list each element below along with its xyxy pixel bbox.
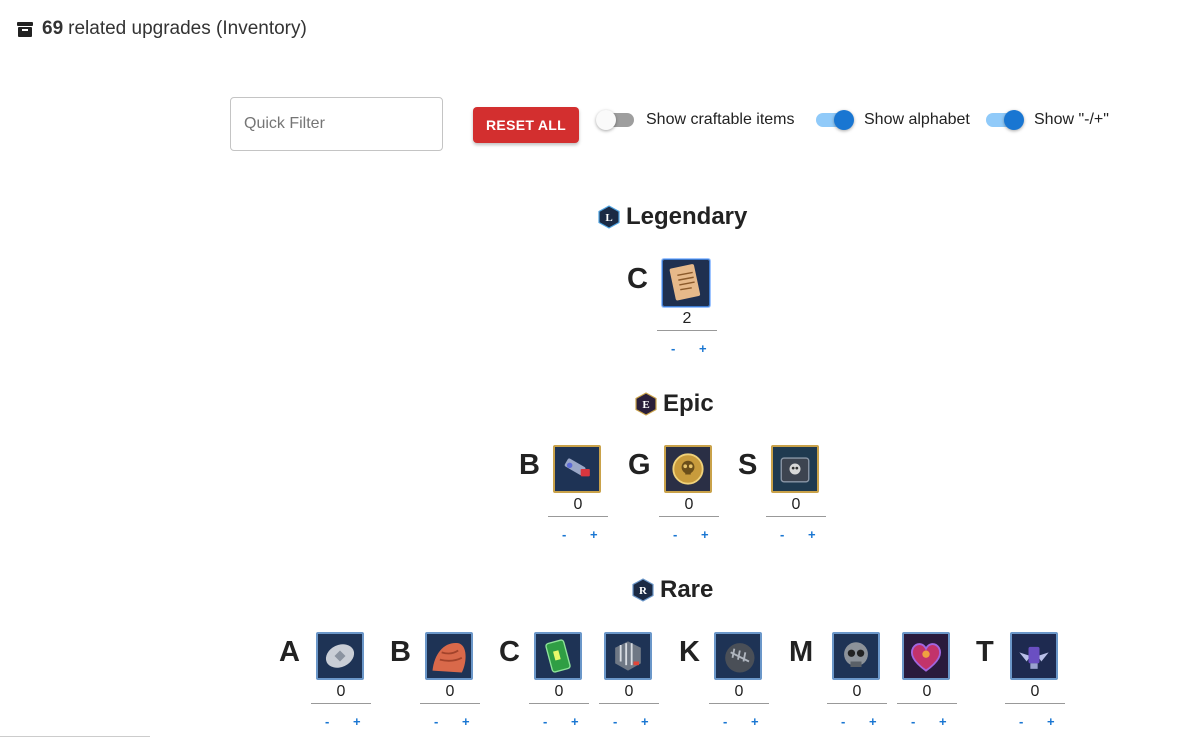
skull-chest-icon[interactable]: [771, 445, 819, 493]
decrement-button[interactable]: -: [325, 714, 329, 729]
increment-button[interactable]: +: [353, 714, 361, 729]
toggle-label: Show craftable items: [646, 111, 795, 128]
svg-text:R: R: [639, 585, 648, 597]
decrement-button[interactable]: -: [780, 527, 784, 542]
group-letter: M: [789, 636, 814, 668]
decrement-button[interactable]: -: [543, 714, 547, 729]
group-letter: B: [519, 449, 540, 481]
section-title-rare: R Rare: [632, 576, 713, 604]
increment-button[interactable]: +: [939, 714, 947, 729]
battery-cell-icon[interactable]: [534, 632, 582, 680]
knuckle-icon[interactable]: [714, 632, 762, 680]
scroll-icon[interactable]: [662, 259, 710, 307]
group-letter: S: [738, 449, 758, 481]
header-text: related upgrades (Inventory): [68, 18, 307, 39]
page-header: 69 related upgrades (Inventory): [16, 18, 307, 40]
muscle-icon[interactable]: [425, 632, 473, 680]
item-count[interactable]: 0: [709, 681, 769, 704]
decrement-button[interactable]: -: [911, 714, 915, 729]
item-count[interactable]: 0: [599, 681, 659, 704]
group-letter: B: [390, 636, 411, 668]
increment-button[interactable]: +: [641, 714, 649, 729]
decrement-button[interactable]: -: [841, 714, 845, 729]
item-count[interactable]: 0: [420, 681, 480, 704]
item-count[interactable]: 0: [766, 494, 826, 517]
gold-skull-coin-icon[interactable]: [664, 445, 712, 493]
trophy-wings-icon[interactable]: [1010, 632, 1058, 680]
group-letter: K: [679, 636, 700, 668]
legendary-rarity-icon: L: [598, 205, 620, 229]
quick-filter-input[interactable]: [230, 97, 443, 151]
item-count[interactable]: 0: [827, 681, 887, 704]
increment-button[interactable]: +: [462, 714, 470, 729]
toggle-show-alphabet[interactable]: Show alphabet: [816, 110, 970, 130]
group-letter: C: [627, 263, 648, 295]
armor-plate-icon[interactable]: [316, 632, 364, 680]
svg-text:E: E: [642, 399, 649, 411]
increment-button[interactable]: +: [1047, 714, 1055, 729]
blaster-icon[interactable]: [553, 445, 601, 493]
item-count[interactable]: 0: [897, 681, 957, 704]
increment-button[interactable]: +: [869, 714, 877, 729]
rare-rarity-icon: R: [632, 578, 654, 602]
group-letter: G: [628, 449, 651, 481]
item-count[interactable]: 0: [1005, 681, 1065, 704]
reset-all-button[interactable]: RESET ALL: [473, 107, 579, 143]
decrement-button[interactable]: -: [434, 714, 438, 729]
group-letter: A: [279, 636, 300, 668]
item-count[interactable]: 0: [548, 494, 608, 517]
item-count[interactable]: 2: [657, 308, 717, 331]
increment-button[interactable]: +: [699, 341, 707, 356]
archive-box-icon: [17, 22, 33, 37]
toggle-label: Show "-/+": [1034, 111, 1109, 128]
increment-button[interactable]: +: [808, 527, 816, 542]
metal-skull-icon[interactable]: [832, 632, 880, 680]
circuit-cube-icon[interactable]: [604, 632, 652, 680]
section-title-epic: E Epic: [635, 390, 714, 418]
group-letter: C: [499, 636, 520, 668]
decrement-button[interactable]: -: [723, 714, 727, 729]
divider: [0, 736, 150, 737]
toggle-label: Show alphabet: [864, 111, 970, 128]
toggle-switch[interactable]: [596, 110, 634, 130]
decrement-button[interactable]: -: [1019, 714, 1023, 729]
decrement-button[interactable]: -: [673, 527, 677, 542]
epic-rarity-icon: E: [635, 392, 657, 416]
increment-button[interactable]: +: [751, 714, 759, 729]
group-letter: T: [976, 636, 994, 668]
toggle-show-minus-plus[interactable]: Show "-/+": [986, 110, 1109, 130]
increment-button[interactable]: +: [701, 527, 709, 542]
svg-text:L: L: [605, 212, 612, 224]
item-count[interactable]: 0: [311, 681, 371, 704]
section-title-legendary: L Legendary: [598, 203, 747, 231]
item-count[interactable]: 0: [659, 494, 719, 517]
mech-heart-icon[interactable]: [902, 632, 950, 680]
decrement-button[interactable]: -: [671, 341, 675, 356]
upgrade-count: 69: [42, 18, 64, 39]
decrement-button[interactable]: -: [613, 714, 617, 729]
toggle-show-craftable[interactable]: Show craftable items: [596, 110, 795, 130]
increment-button[interactable]: +: [590, 527, 598, 542]
toggle-switch[interactable]: [816, 110, 854, 130]
decrement-button[interactable]: -: [562, 527, 566, 542]
increment-button[interactable]: +: [571, 714, 579, 729]
item-count[interactable]: 0: [529, 681, 589, 704]
toggle-switch[interactable]: [986, 110, 1024, 130]
